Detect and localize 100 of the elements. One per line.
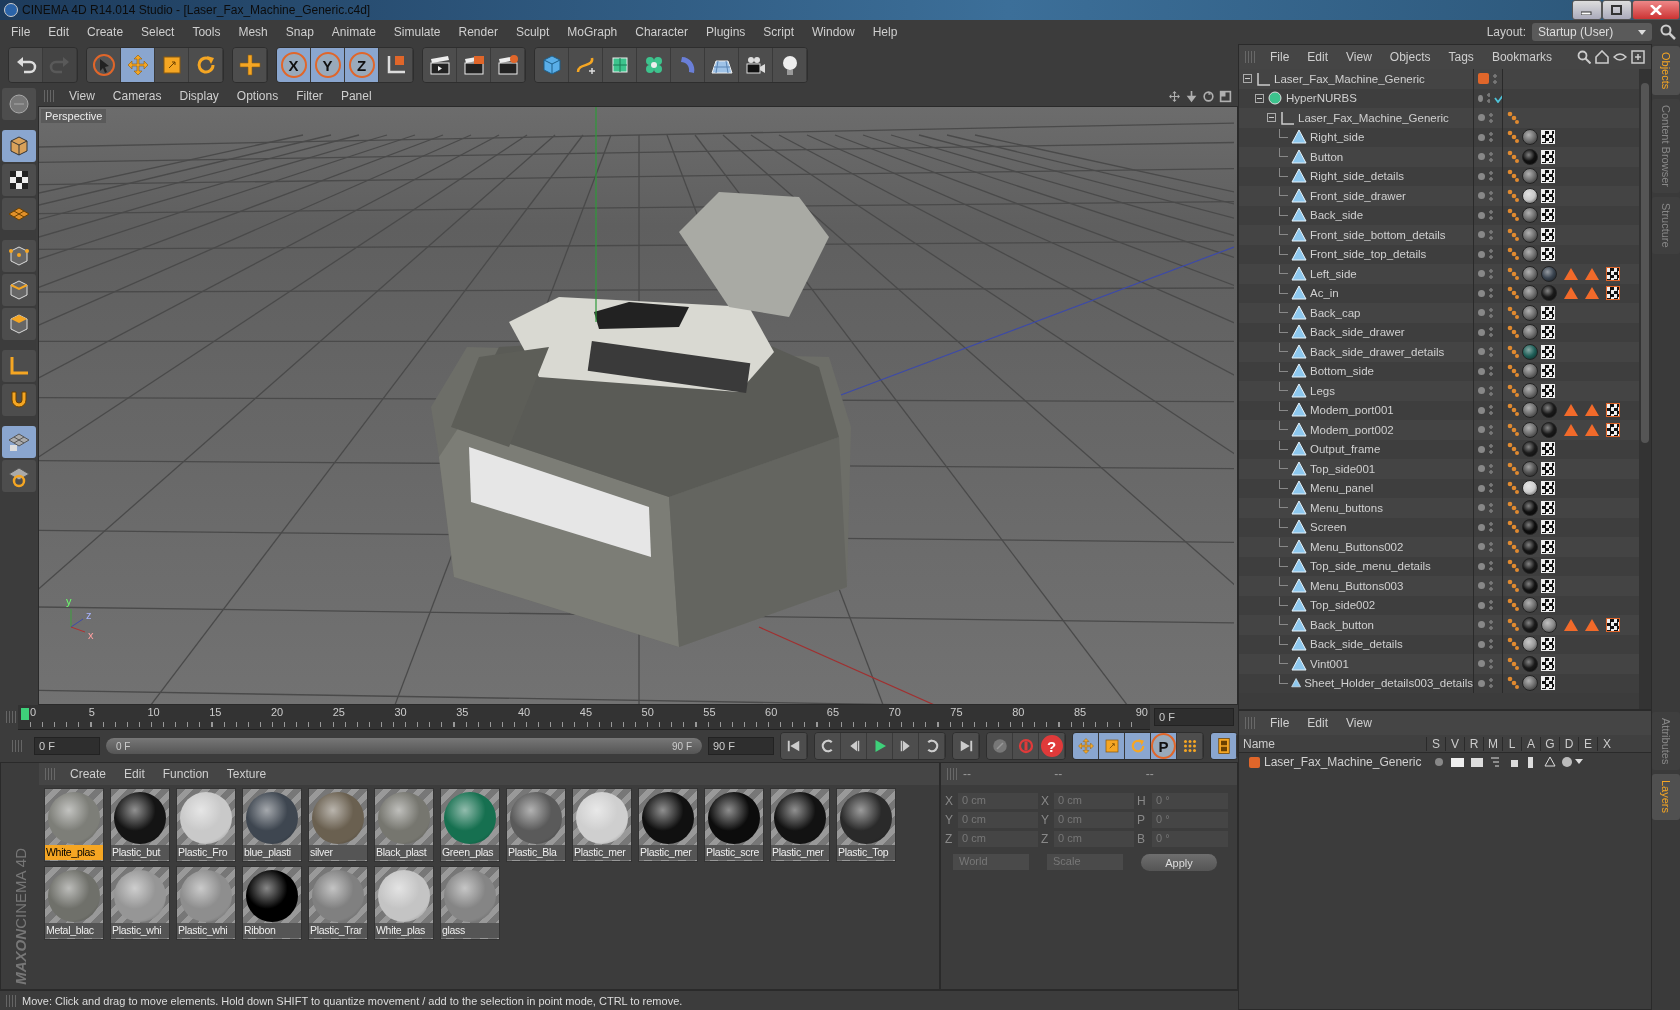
loop-back-button[interactable] (919, 733, 945, 759)
object-row[interactable]: Laser_Fax_Machine_Generic (1239, 69, 1639, 89)
menu-item[interactable]: Edit (1298, 47, 1338, 67)
object-row[interactable]: Back_cap (1239, 303, 1639, 323)
menu-item[interactable]: MoGraph (558, 22, 627, 42)
move-button[interactable] (1073, 733, 1099, 759)
coordinate-system-button[interactable] (379, 48, 413, 82)
warning-triangle-icon[interactable] (1564, 618, 1578, 631)
object-row[interactable]: Left_side (1239, 264, 1639, 284)
menu-item[interactable]: View (60, 86, 104, 106)
menu-item[interactable]: File (1261, 713, 1299, 733)
material-tag[interactable] (1522, 246, 1538, 263)
material-tag[interactable] (1522, 363, 1538, 380)
new-window-icon[interactable] (1631, 50, 1645, 64)
keyframe-button[interactable] (987, 733, 1013, 759)
nurbs-button[interactable] (603, 48, 637, 82)
phong-tag-icon[interactable] (1507, 481, 1519, 496)
material-swatch[interactable]: Plastic_mer (638, 788, 698, 862)
axis-button[interactable]: Z (345, 48, 379, 82)
menu-item[interactable]: Display (170, 86, 228, 106)
object-row[interactable]: Back_side_drawer_details (1239, 342, 1639, 362)
phong-tag-icon[interactable] (1507, 149, 1519, 164)
phong-tag-icon[interactable] (1507, 208, 1519, 223)
select-button[interactable] (87, 48, 121, 82)
material-tag[interactable] (1522, 129, 1538, 146)
warning-triangle-icon[interactable] (1585, 618, 1599, 631)
grip-handle[interactable] (6, 994, 16, 1007)
warning-triangle-icon[interactable] (1564, 423, 1578, 436)
material-tag[interactable] (1541, 616, 1557, 633)
end-frame-field[interactable]: 90 F (708, 737, 774, 755)
phong-tag-icon[interactable] (1507, 383, 1519, 398)
home-icon[interactable] (1595, 50, 1609, 64)
menu-item[interactable]: Character (626, 22, 697, 42)
material-tag[interactable] (1522, 382, 1538, 399)
phong-tag-icon[interactable] (1507, 578, 1519, 593)
minimize-button[interactable] (1572, 0, 1602, 20)
expand-toggle[interactable] (1243, 74, 1252, 84)
menu-item[interactable]: Options (227, 86, 288, 106)
menu-item[interactable]: Objects (1380, 47, 1440, 67)
material-swatch[interactable]: Plastic_Top (836, 788, 896, 862)
material-swatch[interactable]: Plastic_Trar (308, 866, 368, 940)
menu-item[interactable]: Sculpt (506, 22, 559, 42)
menu-item[interactable]: File (1261, 47, 1299, 67)
material-tag[interactable] (1522, 421, 1538, 438)
material-swatch[interactable]: Plastic_Bla (506, 788, 566, 862)
render-settings-button[interactable] (491, 48, 525, 82)
menu-item[interactable]: Create (61, 764, 116, 784)
phong-tag-icon[interactable] (1507, 227, 1519, 242)
grid-lock-button[interactable] (2, 426, 36, 458)
menu-item[interactable]: Bookmarks (1482, 47, 1561, 67)
menu-item[interactable]: Create (78, 22, 133, 42)
render-button[interactable] (457, 48, 491, 82)
menu-item[interactable]: Window (803, 22, 864, 42)
object-row[interactable]: Top_side001 (1239, 459, 1639, 479)
zoom-icon[interactable] (1185, 89, 1198, 103)
edges-button[interactable] (2, 274, 36, 306)
phong-tag-icon[interactable] (1507, 676, 1519, 691)
menu-item[interactable]: Edit (115, 764, 154, 784)
material-tag[interactable] (1522, 168, 1538, 185)
warning-triangle-icon[interactable] (1564, 287, 1578, 300)
object-row[interactable]: Menu_Buttons003 (1239, 576, 1639, 596)
uvw-tag-icon[interactable] (1606, 403, 1620, 418)
side-tab[interactable]: Objects (1652, 46, 1680, 96)
model-button[interactable] (2, 130, 36, 162)
material-tag[interactable] (1522, 636, 1538, 653)
points-grid-button[interactable] (1177, 733, 1203, 759)
material-swatch[interactable]: Plastic_whi (176, 866, 236, 940)
warning-triangle-icon[interactable] (1585, 404, 1599, 417)
last-frame-button[interactable] (953, 733, 979, 759)
cloner-button[interactable] (637, 48, 671, 82)
orbit-icon[interactable] (1202, 89, 1215, 103)
object-row[interactable]: Back_button (1239, 615, 1639, 635)
camera-button[interactable] (739, 48, 773, 82)
warning-triangle-icon[interactable] (1585, 287, 1599, 300)
menu-item[interactable]: Select (132, 22, 184, 42)
current-frame-field[interactable]: 0 F (1154, 708, 1234, 726)
phong-tag-icon[interactable] (1507, 188, 1519, 203)
menu-item[interactable]: Render (449, 22, 507, 42)
material-tag[interactable] (1522, 187, 1538, 204)
material-swatch[interactable]: silver (308, 788, 368, 862)
phong-tag-icon[interactable] (1507, 442, 1519, 457)
menu-item[interactable]: Mesh (229, 22, 277, 42)
object-row[interactable]: Menu_Buttons002 (1239, 537, 1639, 557)
material-swatch[interactable]: Plastic_whi (110, 866, 170, 940)
material-swatch[interactable]: blue_plasti (242, 788, 302, 862)
menu-item[interactable]: Tools (183, 22, 230, 42)
search-icon[interactable] (1577, 50, 1591, 64)
search-icon[interactable] (1660, 24, 1676, 40)
menu-item[interactable]: File (2, 22, 40, 42)
menu-item[interactable]: Tags (1439, 47, 1483, 67)
menu-item[interactable]: Edit (39, 22, 79, 42)
axis-button[interactable]: Y (311, 48, 345, 82)
menu-item[interactable]: Help (863, 22, 907, 42)
phong-tag-icon[interactable] (1507, 539, 1519, 554)
warning-triangle-icon[interactable] (1564, 267, 1578, 280)
material-tag[interactable] (1522, 597, 1538, 614)
spline-button[interactable] (569, 48, 603, 82)
phong-tag-icon[interactable] (1507, 403, 1519, 418)
material-swatch[interactable]: Plastic_but (110, 788, 170, 862)
material-swatch[interactable]: Metal_blac (44, 866, 104, 940)
